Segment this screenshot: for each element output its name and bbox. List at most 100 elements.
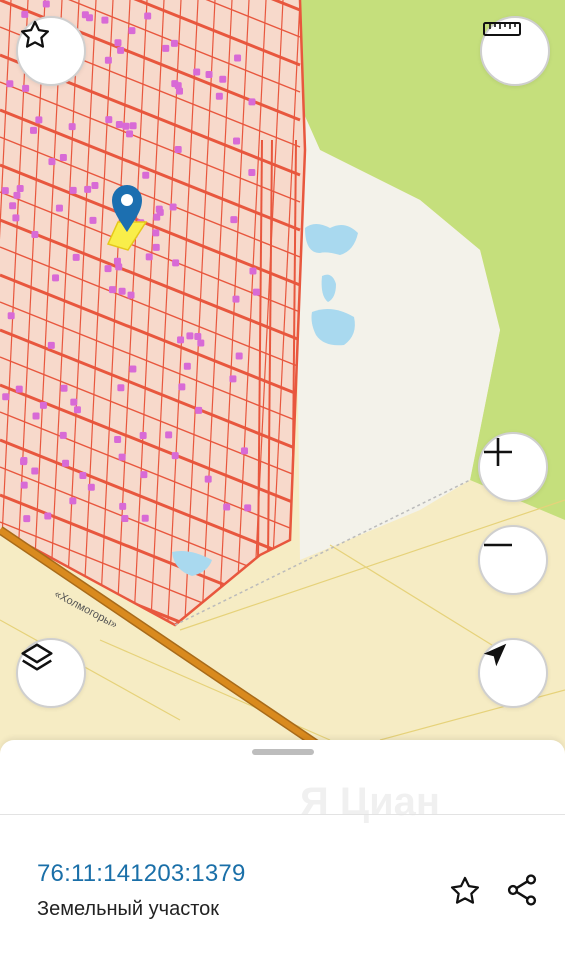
building	[72, 253, 80, 261]
building	[232, 295, 240, 303]
building	[44, 512, 52, 520]
building	[126, 130, 134, 138]
building	[60, 384, 68, 392]
building	[9, 202, 17, 210]
minus-icon	[484, 543, 512, 547]
building	[39, 401, 47, 409]
building	[85, 14, 93, 22]
building	[114, 435, 122, 443]
zoom-in-button[interactable]	[478, 432, 548, 502]
building	[87, 483, 95, 491]
building	[152, 243, 160, 251]
building	[109, 286, 117, 294]
building	[117, 46, 125, 54]
building	[139, 431, 147, 439]
watermark: Я Циан	[300, 780, 441, 824]
building	[175, 87, 183, 95]
building	[115, 120, 123, 128]
building	[178, 383, 186, 391]
building	[145, 253, 153, 261]
building	[121, 515, 129, 523]
building	[89, 216, 97, 224]
building	[119, 502, 127, 510]
map-view[interactable]: «Холмогоры»	[0, 0, 565, 760]
building	[127, 291, 135, 299]
building	[47, 341, 55, 349]
ruler-icon	[483, 22, 521, 36]
navigation-arrow-icon	[483, 643, 507, 667]
building	[229, 375, 237, 383]
building	[233, 137, 241, 145]
sheet-divider	[0, 814, 565, 815]
zoom-out-button[interactable]	[478, 525, 548, 595]
building	[144, 12, 152, 20]
building	[101, 16, 109, 24]
plus-icon	[484, 438, 512, 466]
layers-button[interactable]	[16, 638, 86, 708]
building	[69, 186, 77, 194]
building	[197, 339, 205, 347]
parcel-cadastral-number[interactable]: 76:11:141203:1379	[37, 860, 246, 888]
building	[48, 158, 56, 166]
favorite-button[interactable]	[446, 872, 484, 910]
locate-button[interactable]	[478, 638, 548, 708]
share-icon	[507, 874, 537, 906]
building	[35, 116, 43, 124]
building	[12, 214, 20, 222]
building	[20, 458, 28, 466]
parcel-info-sheet[interactable]: Я Циан 76:11:141203:1379 Земельный участ…	[0, 740, 565, 960]
building	[129, 122, 137, 130]
building	[31, 230, 39, 238]
building	[162, 44, 170, 52]
favorite-map-button[interactable]	[16, 16, 86, 86]
building	[84, 185, 92, 193]
building	[59, 153, 67, 161]
building	[252, 288, 260, 296]
building	[20, 481, 28, 489]
building	[113, 257, 121, 265]
building	[155, 205, 163, 213]
building	[7, 312, 15, 320]
building	[186, 332, 194, 340]
building	[234, 54, 242, 62]
parcel-type: Земельный участок	[37, 898, 220, 920]
star-outline-icon	[20, 20, 50, 48]
building	[140, 471, 148, 479]
building	[240, 447, 248, 455]
building	[165, 431, 173, 439]
building	[105, 116, 113, 124]
sheet-grabber[interactable]	[252, 749, 314, 755]
building	[30, 126, 38, 134]
building	[193, 68, 201, 76]
building	[42, 0, 50, 8]
building	[128, 27, 136, 35]
building	[52, 274, 60, 282]
building	[183, 362, 191, 370]
building	[21, 10, 29, 18]
share-button[interactable]	[502, 870, 542, 910]
layers-icon	[21, 643, 53, 671]
building	[205, 71, 213, 79]
building	[55, 204, 63, 212]
building	[22, 84, 30, 92]
building	[6, 80, 14, 88]
building	[169, 203, 177, 211]
building	[172, 259, 180, 267]
building	[118, 287, 126, 295]
building	[16, 184, 24, 192]
building	[235, 352, 243, 360]
building	[59, 431, 67, 439]
building	[114, 39, 122, 47]
building	[215, 92, 223, 100]
building	[177, 336, 185, 344]
building	[69, 497, 77, 505]
building	[62, 459, 70, 467]
building	[117, 384, 125, 392]
ruler-button[interactable]	[480, 16, 550, 86]
building	[23, 515, 31, 523]
building	[152, 229, 160, 237]
building	[70, 398, 78, 406]
building	[204, 475, 212, 483]
building	[142, 171, 150, 179]
building	[68, 123, 76, 131]
